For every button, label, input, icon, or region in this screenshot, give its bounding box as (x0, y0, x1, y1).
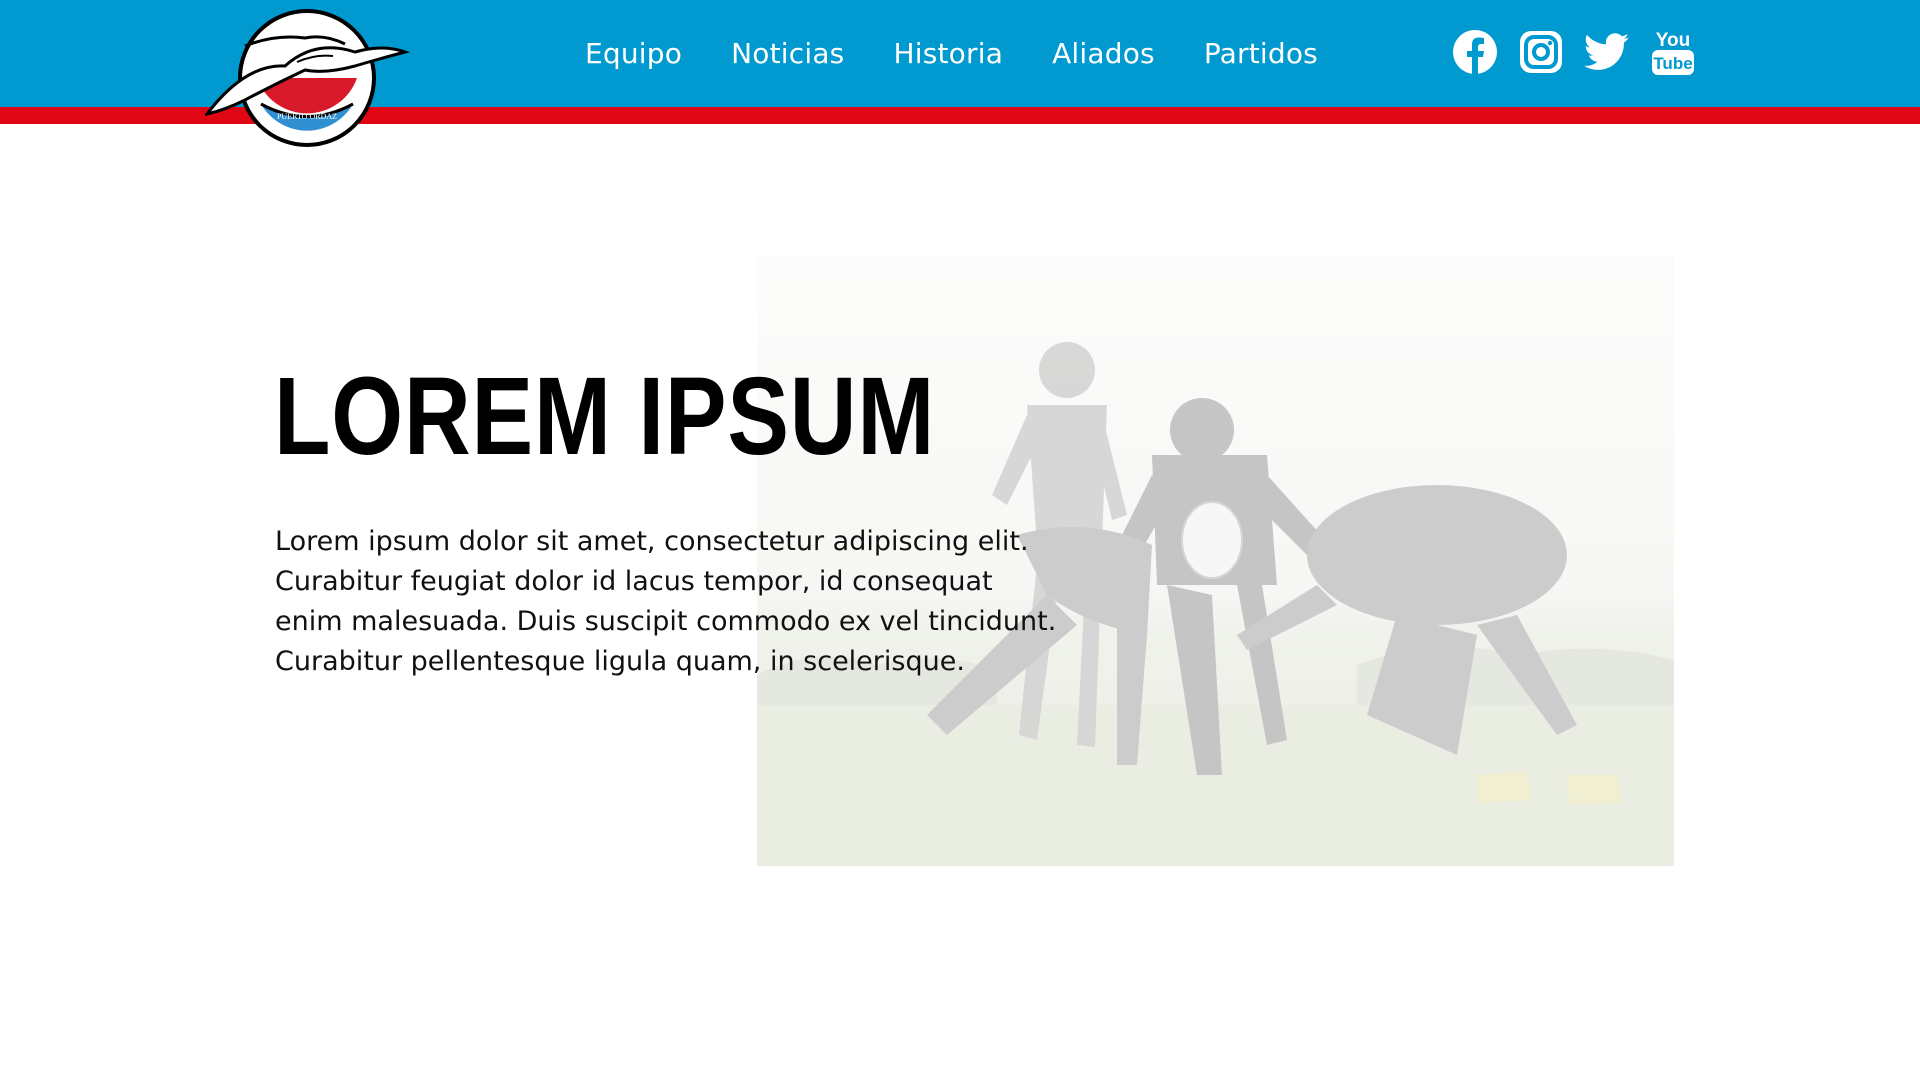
nav-item-historia[interactable]: Historia (893, 37, 1003, 70)
twitter-icon (1584, 33, 1630, 70)
instagram-link[interactable] (1518, 25, 1564, 79)
hero-title: LOREM IPSUM (274, 355, 936, 478)
youtube-icon: You Tube (1652, 30, 1694, 75)
youtube-link[interactable]: You Tube (1650, 25, 1696, 79)
seagull-logo-icon: PUERTO ORDAZ (203, 9, 410, 147)
facebook-link[interactable] (1452, 25, 1498, 79)
svg-text:You: You (1656, 30, 1690, 51)
hero-paragraph: Lorem ipsum dolor sit amet, consectetur … (275, 522, 1065, 682)
hero-paragraph-line: Lorem ipsum dolor sit amet, consectetur … (275, 526, 1029, 557)
instagram-icon (1520, 31, 1562, 73)
club-logo[interactable]: PUERTO ORDAZ (203, 4, 410, 149)
nav-item-partidos[interactable]: Partidos (1204, 37, 1318, 70)
hero-paragraph-line: enim malesuada. Duis suscipit commodo ex… (275, 606, 1057, 637)
hero-paragraph-line: Curabitur feugiat dolor id lacus tempor,… (275, 566, 993, 597)
svg-text:Tube: Tube (1653, 54, 1692, 73)
hero-paragraph-line: Curabitur pellentesque ligula quam, in s… (275, 646, 965, 677)
nav-item-aliados[interactable]: Aliados (1052, 37, 1155, 70)
social-links: You Tube (1452, 25, 1716, 79)
facebook-icon (1453, 30, 1497, 75)
twitter-link[interactable] (1584, 25, 1630, 79)
main-nav: Equipo Noticias Historia Aliados Partido… (585, 0, 1367, 107)
nav-item-noticias[interactable]: Noticias (731, 37, 844, 70)
logo-text: PUERTO ORDAZ (277, 112, 337, 121)
nav-item-equipo[interactable]: Equipo (585, 37, 682, 70)
